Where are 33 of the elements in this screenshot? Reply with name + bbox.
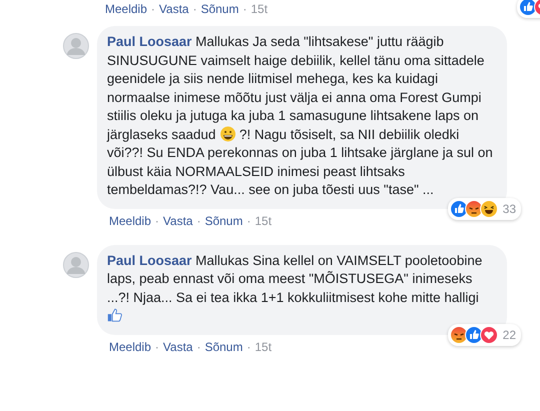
timestamp: 15t bbox=[250, 2, 268, 16]
comment-action-link[interactable]: Meeldib bbox=[109, 340, 152, 354]
comment-action-link[interactable]: Vasta bbox=[163, 340, 193, 354]
comment-action-link[interactable]: Vasta bbox=[163, 214, 193, 228]
separator-dot: · bbox=[155, 214, 160, 228]
timestamp: 15t bbox=[254, 214, 272, 228]
avatar-silhouette-icon[interactable] bbox=[63, 33, 89, 59]
author-link[interactable]: Paul Loosaar bbox=[107, 252, 192, 268]
separator-dot: · bbox=[246, 340, 251, 354]
comment-action-link[interactable]: Sõnum bbox=[200, 2, 239, 16]
separator-dot: · bbox=[151, 2, 156, 16]
separator-dot: · bbox=[246, 214, 251, 228]
reaction-count: 22 bbox=[502, 328, 516, 342]
comment-action-link[interactable]: Sõnum bbox=[204, 214, 243, 228]
avatar-silhouette-icon[interactable] bbox=[63, 252, 89, 278]
timestamp: 15t bbox=[254, 340, 272, 354]
comment-text: Paul Loosaar Mallukas Sina kellel on VAIMSELT pooletoobine laps, peab ennast või oma meest "MÕISTUSEGA" inimeseks ...?! Njaa... Sa ei tea ikka 1+1 kokkuliitmisest kohe mitte halligi bbox=[107, 252, 495, 326]
comment-action-link[interactable]: Sõnum bbox=[204, 340, 243, 354]
comment-action-link[interactable]: Meeldib bbox=[109, 214, 152, 228]
comment-action-link[interactable]: Vasta bbox=[159, 2, 189, 16]
separator-dot: · bbox=[196, 340, 201, 354]
author-link[interactable]: Paul Loosaar bbox=[107, 34, 192, 49]
separator-dot: · bbox=[155, 340, 160, 354]
separator-dot: · bbox=[242, 2, 247, 16]
laughing-face-icon bbox=[480, 200, 498, 218]
heart-reaction-icon bbox=[480, 326, 498, 344]
comment-action-link[interactable]: Meeldib bbox=[105, 2, 148, 16]
thumbs-up-icon bbox=[107, 307, 123, 323]
separator-dot: · bbox=[192, 2, 197, 16]
comment-text: Paul Loosaar Mallukas Ja seda "lihtsakese" juttu räägib SINUSUGUNE vaimselt haige debiilik, kellel tänu oma sittadele geenidele ja siis nende liitmisel mehega, kes ka kuidagi normaalse inimese mõõtu just välja ei anna oma Forest Gumpi stiilis oleku ja jutuga ka juba 1 samasugune lihtsakene laps on järglaseks saadud ?! Nagu tõsiselt, sa NII debiilik oledki või??! Su ENDA perekonnas on juba 1 lihtsake järglane ja sul on ülbust käia NORMAALSEID inimesi peast lihtsaks tembeldamas?!? Vau... see on juba tõesti uus "tase" ... bbox=[107, 33, 494, 199]
reaction-count: 33 bbox=[502, 202, 516, 216]
separator-dot: · bbox=[196, 214, 201, 228]
grinning-face-icon bbox=[220, 126, 236, 142]
